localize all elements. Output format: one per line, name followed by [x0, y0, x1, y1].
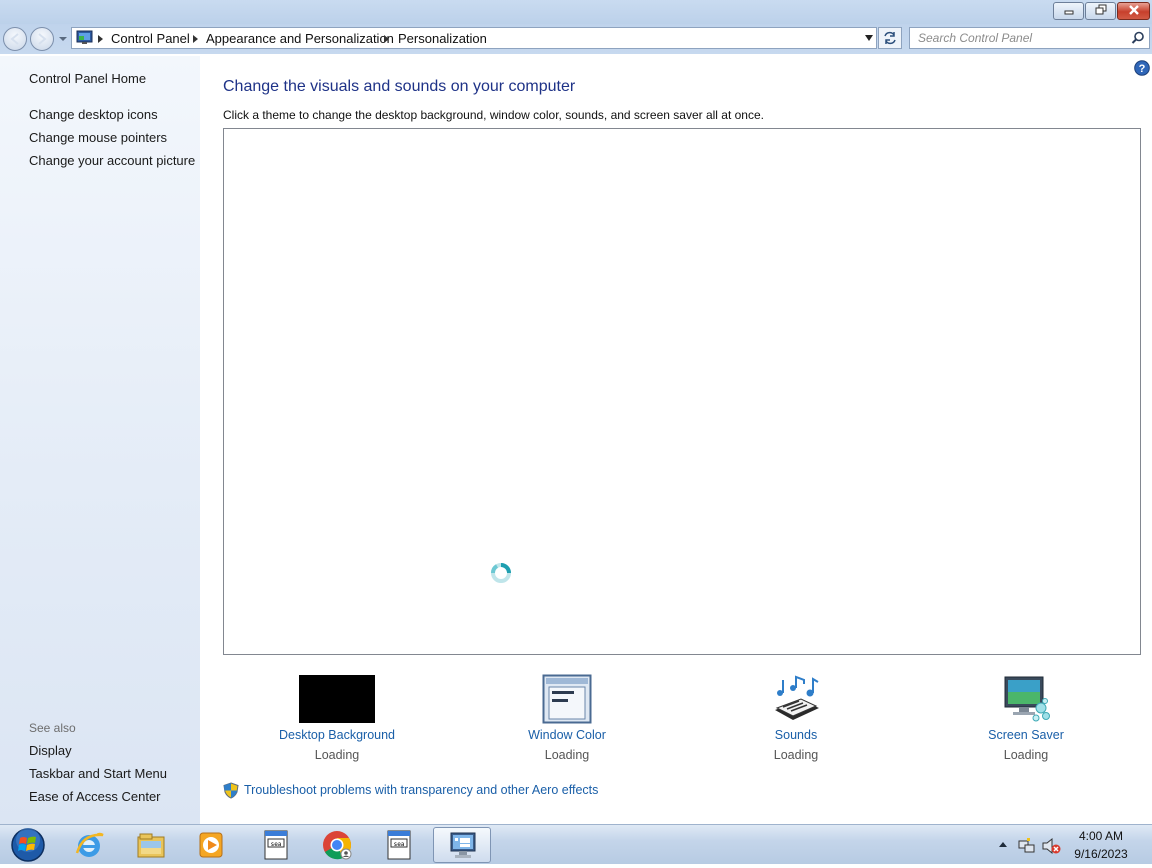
- search-box[interactable]: [909, 27, 1150, 49]
- breadcrumb-separator-icon[interactable]: [193, 35, 198, 43]
- control-panel-home-link[interactable]: Control Panel Home: [29, 71, 146, 86]
- task-pane: Control Panel Home Change desktop icons …: [0, 56, 200, 824]
- taskbar-chrome[interactable]: [311, 827, 363, 863]
- change-desktop-icons-link[interactable]: Change desktop icons: [29, 107, 158, 122]
- desktop-background-thumbnail: [299, 675, 375, 723]
- control-panel-icon: [76, 30, 93, 44]
- sounds-tile[interactable]: Sounds Loading: [706, 672, 886, 772]
- internet-explorer-icon: [75, 832, 104, 857]
- window-color-label[interactable]: Window Color: [477, 728, 657, 742]
- taskbar-and-start-menu-link[interactable]: Taskbar and Start Menu: [29, 766, 167, 781]
- show-hidden-icons-icon[interactable]: [998, 840, 1008, 848]
- breadcrumb-personalization[interactable]: Personalization: [398, 31, 487, 46]
- svg-text:sea: sea: [394, 841, 405, 848]
- screen-saver-tile[interactable]: Screen Saver Loading: [936, 672, 1116, 772]
- personalization-icon: [450, 832, 476, 858]
- sounds-icon: [775, 675, 819, 720]
- taskbar-notepad-1[interactable]: sea: [250, 827, 302, 863]
- back-arrow-icon: [10, 33, 19, 45]
- taskbar: sea sea 4:00 AM 9/16/2023: [0, 824, 1152, 864]
- taskbar-personalization[interactable]: [433, 827, 491, 863]
- sounds-status: Loading: [773, 748, 819, 762]
- restore-button[interactable]: [1085, 2, 1116, 20]
- page-subtitle: Click a theme to change the desktop back…: [223, 108, 764, 122]
- notepad-icon: sea: [264, 830, 288, 860]
- ease-of-access-center-link[interactable]: Ease of Access Center: [29, 789, 161, 804]
- back-button[interactable]: [3, 27, 27, 51]
- start-orb-icon: [11, 828, 45, 862]
- restore-icon: [1095, 4, 1106, 15]
- desktop-background-status: Loading: [314, 748, 360, 762]
- window-color-tile[interactable]: Window Color Loading: [477, 672, 657, 772]
- clock-time[interactable]: 4:00 AM: [1068, 829, 1134, 843]
- window-title-bar[interactable]: [0, 0, 1152, 24]
- minimize-button[interactable]: [1053, 2, 1084, 20]
- taskbar-media-player[interactable]: [186, 827, 238, 863]
- svg-text:sea: sea: [271, 841, 282, 848]
- forward-button[interactable]: [30, 27, 54, 51]
- breadcrumb-separator-icon[interactable]: [98, 35, 103, 43]
- main-content: ? Change the visuals and sounds on your …: [200, 56, 1152, 824]
- network-icon[interactable]: [1018, 837, 1036, 855]
- window-color-status: Loading: [544, 748, 590, 762]
- clock-date[interactable]: 9/16/2023: [1068, 847, 1134, 861]
- minimize-icon: [1064, 10, 1073, 15]
- recent-pages-dropdown-icon[interactable]: [58, 33, 68, 45]
- svg-text:?: ?: [1139, 63, 1146, 75]
- start-button[interactable]: [4, 825, 50, 865]
- screen-saver-status: Loading: [1003, 748, 1049, 762]
- change-account-picture-link[interactable]: Change your account picture: [29, 153, 195, 168]
- refresh-icon: [884, 31, 896, 45]
- notepad-icon: sea: [387, 830, 411, 860]
- address-dropdown-icon[interactable]: [865, 35, 873, 41]
- file-explorer-icon: [137, 833, 165, 858]
- screen-saver-label[interactable]: Screen Saver: [936, 728, 1116, 742]
- display-link[interactable]: Display: [29, 743, 72, 758]
- chrome-icon: [323, 831, 352, 860]
- navigation-bar: Control Panel Appearance and Personaliza…: [0, 24, 1152, 54]
- change-mouse-pointers-link[interactable]: Change mouse pointers: [29, 130, 167, 145]
- desktop-background-label[interactable]: Desktop Background: [247, 728, 427, 742]
- theme-list[interactable]: [223, 128, 1141, 655]
- close-button[interactable]: [1117, 2, 1150, 20]
- search-icon[interactable]: [1131, 31, 1145, 45]
- taskbar-internet-explorer[interactable]: [63, 827, 115, 863]
- forward-arrow-icon: [38, 33, 47, 45]
- volume-muted-icon[interactable]: [1041, 837, 1061, 855]
- security-shield-icon: [223, 782, 239, 799]
- window-color-icon: [542, 674, 592, 724]
- see-also-heading: See also: [29, 721, 76, 735]
- search-input[interactable]: [910, 28, 1128, 48]
- desktop-background-tile[interactable]: Desktop Background Loading: [247, 672, 427, 772]
- troubleshoot-link[interactable]: Troubleshoot problems with transparency …: [223, 782, 598, 800]
- loading-spinner-icon: [490, 563, 511, 583]
- close-icon: [1128, 5, 1139, 15]
- refresh-button[interactable]: [878, 27, 902, 49]
- screen-saver-icon: [1004, 676, 1050, 722]
- page-title: Change the visuals and sounds on your co…: [223, 78, 576, 95]
- help-icon[interactable]: ?: [1134, 60, 1150, 76]
- breadcrumb-control-panel[interactable]: Control Panel: [111, 31, 190, 46]
- sounds-label[interactable]: Sounds: [706, 728, 886, 742]
- breadcrumb-separator-icon[interactable]: [384, 35, 389, 43]
- media-player-icon: [199, 832, 223, 858]
- address-bar[interactable]: Control Panel Appearance and Personaliza…: [71, 27, 877, 49]
- taskbar-notepad-2[interactable]: sea: [373, 827, 425, 863]
- taskbar-windows-explorer[interactable]: [125, 827, 177, 863]
- breadcrumb-appearance-and-personalization[interactable]: Appearance and Personalization: [206, 31, 394, 46]
- troubleshoot-link-text[interactable]: Troubleshoot problems with transparency …: [244, 783, 598, 797]
